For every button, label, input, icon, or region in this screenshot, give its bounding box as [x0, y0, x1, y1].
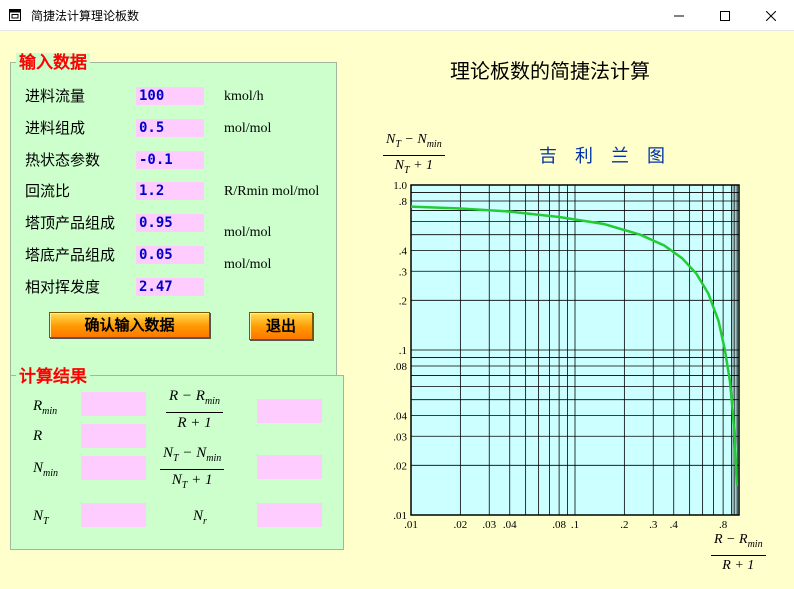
stage-fraction-label: NT − Nmin NT + 1 — [160, 444, 225, 495]
y-tick-label: .8 — [399, 196, 408, 208]
bottom-composition-input[interactable] — [136, 246, 204, 264]
reflux-fraction-label: R − Rmin R + 1 — [166, 387, 223, 432]
client-area: 输入数据 进料流量 kmol/h 进料组成 mol/mol 热状态参数 回流比 … — [0, 31, 794, 589]
y-tick-label: .4 — [399, 246, 408, 258]
top-composition-unit: mol/mol — [224, 225, 272, 240]
bottom-composition-label: 塔底产品组成 — [25, 246, 116, 264]
stage-fraction-output[interactable] — [257, 455, 322, 479]
bottom-composition-unit: mol/mol — [224, 257, 272, 272]
close-icon — [766, 10, 776, 21]
feed-composition-input[interactable] — [136, 119, 204, 137]
x-tick-label: .2 — [620, 519, 628, 531]
x-axis-label: R − Rmin R + 1 — [711, 531, 766, 575]
feed-composition-unit: mol/mol — [224, 121, 272, 136]
reflux-ratio-unit: R/Rmin mol/mol — [224, 184, 320, 199]
top-composition-label: 塔顶产品组成 — [25, 214, 116, 232]
nmin-label: Nmin — [33, 460, 59, 479]
title-bar: 简捷法计算理论板数 — [0, 0, 794, 31]
x-tick-label: .8 — [719, 519, 728, 531]
y-tick-label: .2 — [399, 295, 407, 307]
top-composition-input[interactable] — [136, 214, 204, 232]
r-label: R — [33, 428, 43, 444]
relative-volatility-label: 相对挥发度 — [25, 278, 101, 296]
y-tick-label: .03 — [393, 431, 407, 443]
x-tick-label: .03 — [482, 519, 496, 531]
nr-output[interactable] — [257, 503, 322, 527]
app-window-icon — [9, 9, 21, 21]
chart-title: 理论板数的简捷法计算 — [450, 59, 650, 83]
feed-composition-label: 进料组成 — [25, 119, 86, 137]
exit-button[interactable]: 退出 — [249, 312, 313, 340]
y-tick-label: .02 — [393, 460, 407, 472]
nt-output[interactable] — [81, 503, 146, 527]
y-tick-label: 1.0 — [393, 180, 407, 192]
relative-volatility-input[interactable] — [136, 278, 204, 296]
feed-rate-input[interactable] — [136, 87, 204, 105]
rmin-label: Rmin — [33, 398, 58, 417]
y-tick-label: .1 — [399, 345, 407, 357]
x-tick-label: .1 — [571, 519, 579, 531]
x-tick-label: .4 — [670, 519, 679, 531]
reflux-ratio-label: 回流比 — [25, 182, 71, 200]
reflux-ratio-input[interactable] — [136, 182, 204, 200]
y-tick-label: .08 — [393, 361, 407, 373]
x-tick-label: .04 — [503, 519, 517, 531]
x-tick-label: .08 — [552, 519, 566, 531]
thermal-state-label: 热状态参数 — [25, 151, 101, 169]
result-title: 计算结果 — [16, 367, 90, 387]
x-tick-label: .3 — [649, 519, 658, 531]
maximize-icon — [720, 10, 730, 21]
feed-rate-label: 进料流量 — [25, 87, 86, 105]
feed-rate-unit: kmol/h — [224, 89, 264, 104]
r-output[interactable] — [81, 424, 146, 448]
nr-label: Nr — [193, 508, 207, 527]
close-button[interactable] — [748, 0, 794, 31]
nt-label: NT — [33, 508, 49, 527]
reflux-fraction-output[interactable] — [257, 399, 322, 423]
gilliland-chart: .01 .02 .03 .04 .08 .1 .2 .3 .4 .8 1.0 .8 .4 .3 .2 .1 .0… — [393, 180, 740, 531]
confirm-input-button[interactable]: 确认输入数据 — [49, 312, 210, 338]
y-tick-label: .3 — [399, 266, 408, 278]
input-data-title: 输入数据 — [16, 53, 90, 73]
nmin-output[interactable] — [81, 456, 146, 480]
y-tick-label: .01 — [393, 510, 407, 522]
window-title: 简捷法计算理论板数 — [31, 9, 140, 23]
chart-subtitle: 吉利兰图 — [539, 146, 683, 167]
minimize-button[interactable] — [656, 0, 702, 31]
x-tick-label: .02 — [453, 519, 467, 531]
minimize-icon — [674, 15, 684, 16]
maximize-button[interactable] — [702, 0, 748, 31]
y-tick-label: .04 — [393, 411, 407, 423]
rmin-output[interactable] — [81, 392, 146, 416]
thermal-state-input[interactable] — [136, 151, 204, 169]
y-axis-label: NT − Nmin NT + 1 — [383, 131, 445, 180]
